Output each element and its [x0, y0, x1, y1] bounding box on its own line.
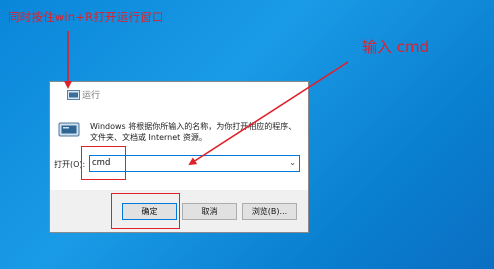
annotation-arrows	[64, 31, 349, 166]
arrow-to-open-input	[188, 61, 349, 166]
